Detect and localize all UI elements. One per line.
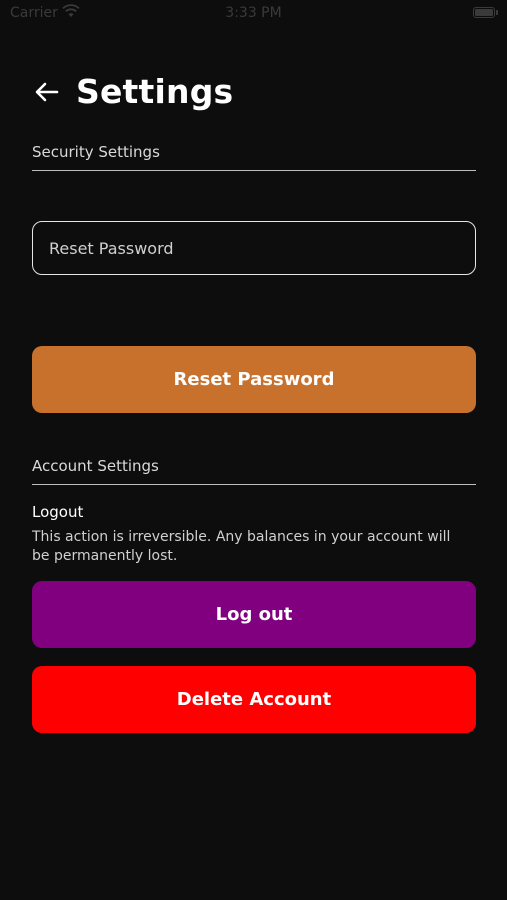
reset-password-input[interactable] <box>32 221 476 275</box>
arrow-left-icon <box>35 82 59 102</box>
status-bar: Carrier 3:33 PM <box>0 0 507 28</box>
header: Settings <box>32 72 233 112</box>
delete-account-button[interactable]: Delete Account <box>32 666 476 733</box>
battery-icon <box>473 7 498 18</box>
logout-description: This action is irreversible. Any balance… <box>32 529 451 564</box>
status-time: 3:33 PM <box>225 5 282 21</box>
back-button[interactable] <box>32 77 62 107</box>
page-title: Settings <box>76 72 234 111</box>
settings-screen: Carrier 3:33 PM Settings Security Settin… <box>0 0 507 900</box>
security-settings-label: Security Settings <box>32 143 476 171</box>
logout-title: Logout <box>32 503 84 521</box>
reset-password-button[interactable]: Reset Password <box>32 346 476 413</box>
account-settings-label: Account Settings <box>32 457 476 485</box>
logout-button[interactable]: Log out <box>32 581 476 648</box>
